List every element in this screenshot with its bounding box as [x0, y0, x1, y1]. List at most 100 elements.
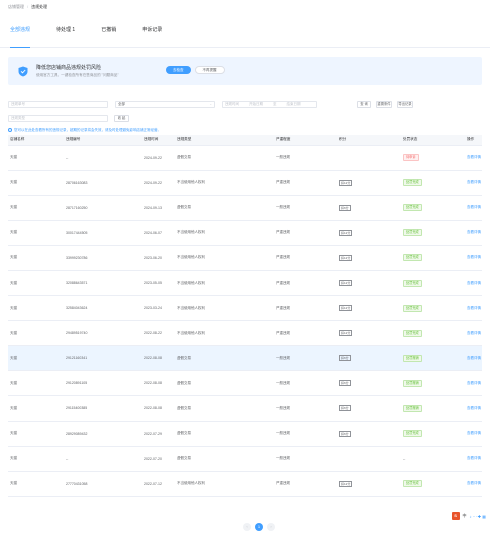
points-cell: 扣12分	[339, 229, 353, 236]
breadcrumb-parent[interactable]: 店铺管理	[8, 4, 24, 9]
shop-cell: 天猫	[8, 421, 64, 447]
action-link[interactable]: 查看详情	[467, 431, 481, 435]
action-link[interactable]: 查看详情	[467, 255, 481, 259]
page-number[interactable]: 1	[255, 523, 263, 531]
column-header: 店铺名称	[8, 135, 64, 146]
shop-cell: 天猫	[8, 295, 64, 322]
action-cell: 查看详情	[465, 421, 482, 447]
action-cell: 查看详情	[465, 471, 482, 497]
action-cell: 查看详情	[465, 170, 482, 196]
points-cell: 扣12分	[339, 305, 353, 312]
table-row[interactable]: 天猫 32584043624 2023-03-24 不当使用他人权利 严重违规 扣12分 处…	[8, 295, 482, 322]
action-link[interactable]: 查看详情	[467, 481, 481, 485]
time-cell: 2024-09-13	[142, 195, 175, 221]
dismiss-button[interactable]: 不再提醒	[194, 66, 225, 74]
violation-no-cell: 30017444505	[64, 220, 142, 246]
shop-cell: 天猫	[8, 270, 64, 297]
level-cell: 一般违规	[276, 205, 290, 210]
time-cell: 2022-08-08	[142, 345, 175, 372]
table-row[interactable]: 天猫 29120891105 2022-08-08 虚假交易 一般违规 扣6分 处罚撤销 查看…	[8, 370, 482, 397]
level-cell: 一般违规	[274, 195, 337, 221]
collapse-button[interactable]: 收 起	[114, 114, 129, 122]
time-cell: 2023-03-24	[144, 306, 162, 311]
action-link[interactable]: 查看详情	[467, 331, 481, 335]
level-cell: 一般违规	[274, 421, 337, 447]
status-select[interactable]: 全部 ⌄	[115, 100, 215, 108]
violation-no-cell: 29489519740	[66, 331, 88, 336]
action-link[interactable]: 查看详情	[467, 180, 481, 184]
status-cell: 处罚完成	[401, 270, 465, 297]
type-cell: 不当使用他人权利	[177, 330, 205, 335]
tray-icons[interactable]: ♪ ⋯ ✚ ▦	[470, 514, 486, 519]
violation-no-cell: --	[66, 155, 69, 160]
table-row[interactable]: 天猫 29489519740 2022-08-22 不当使用他人权利 严重违规 扣12分 处…	[8, 320, 482, 347]
action-cell: 查看详情	[465, 220, 482, 246]
table-header: 店铺名称 违规编号 违规时间 违规类型 严重程度 积分 处罚状态 操作	[8, 135, 482, 146]
action-link[interactable]: 查看详情	[467, 230, 481, 234]
violation-no-cell: 29489519740	[64, 320, 142, 347]
time-cell: 2022-07-20	[144, 456, 162, 461]
date-range-picker[interactable]: 违规时间 开始日期 至 结束日期	[222, 100, 317, 108]
shop-cell: 天猫	[10, 330, 17, 335]
next-page-button[interactable]: ›	[267, 523, 275, 531]
export-button[interactable]: 导出记录	[397, 100, 413, 108]
status-cell: 处罚完成	[401, 245, 465, 271]
action-link[interactable]: 查看详情	[467, 155, 481, 159]
sogou-icon[interactable]: S	[451, 512, 460, 520]
status-cell: 处罚完成	[403, 204, 422, 212]
prev-page-button[interactable]: ‹	[243, 523, 251, 531]
tab-revoked[interactable]: 已撤销	[101, 26, 116, 48]
action-link[interactable]: 查看详情	[467, 281, 481, 285]
level-cell: 严重违规	[276, 255, 290, 260]
tab-all[interactable]: 全部违规	[10, 26, 31, 48]
tab-appeals[interactable]: 申诉记录	[142, 26, 162, 48]
order-no-input[interactable]: 违规单号	[8, 100, 108, 108]
action-link[interactable]: 查看详情	[467, 456, 481, 460]
violation-no-cell: 27770431058	[64, 471, 142, 497]
violation-no-cell: 28929089432	[66, 431, 88, 436]
shop-cell: 天猫	[10, 380, 17, 385]
points-cell: 扣6分	[337, 421, 401, 447]
status-cell: 待申诉	[403, 154, 419, 162]
banner-subtitle: 使用官方工具，一键检查所有在售商品的 "问题商品"	[36, 72, 119, 77]
violation-no-cell: 29115400385	[66, 406, 88, 411]
action-link[interactable]: 查看详情	[467, 306, 481, 310]
time-cell: 2023-06-20	[142, 245, 175, 271]
chevron-down-icon: ⌄	[209, 101, 212, 106]
status-cell: 处罚完成	[401, 170, 465, 196]
type-cell: 虚假交易	[175, 370, 274, 397]
check-button[interactable]: 去检查	[166, 66, 191, 74]
search-button[interactable]: 查 询	[357, 100, 371, 108]
tab-pending[interactable]: 待处理 1	[56, 26, 75, 48]
table-row[interactable]: 天猫 28929089432 2022-07-29 虚假交易 一般违规 扣6分 处罚完成 查看…	[8, 421, 482, 447]
action-link[interactable]: 查看详情	[467, 205, 481, 209]
table-row[interactable]: 天猫 27770431058 2022-07-12 不当使用他人权利 严重违规 扣12分 处…	[8, 471, 482, 497]
table-row[interactable]: 天猫 29115400385 2022-08-08 虚假交易 一般违规 扣6分 处罚撤销 查看…	[8, 395, 482, 422]
type-input[interactable]: 违规类型	[8, 114, 108, 122]
time-cell: 2024-09-22	[142, 170, 175, 196]
status-cell: 处罚撤销	[401, 370, 465, 397]
violation-no-cell: 29120891105	[66, 381, 88, 386]
time-cell: 2022-07-29	[142, 421, 175, 447]
table-row[interactable]: 天猫 -- 2024-09-22 虚假交易 一般违规 待申诉 查看详情	[8, 145, 482, 171]
table-row[interactable]: 天猫 30017444505 2024-06-07 不当使用他人权利 严重违规 扣12分 处…	[8, 220, 482, 246]
status-cell: 处罚撤销	[403, 354, 422, 362]
reset-button[interactable]: 重置条件	[376, 100, 392, 108]
table-row[interactable]: 天猫 32088643571 2023-05-05 不当使用他人权利 严重违规 扣12分 处…	[8, 270, 482, 297]
lang-indicator[interactable]: 中	[463, 513, 467, 519]
table-row[interactable]: 天猫 33999230786 2023-06-20 不当使用他人权利 严重违规 扣12分 处…	[8, 245, 482, 271]
table-row[interactable]: 天猫 28717160250 2024-09-13 虚假交易 一般违规 扣6分 处罚完成 查看…	[8, 195, 482, 221]
time-cell: 2022-08-22	[142, 320, 175, 347]
table-row[interactable]: 天猫 -- 2022-07-20 虚假交易 一般违规 -- 查看详情	[8, 446, 482, 472]
date-separator: 至	[273, 101, 277, 106]
status-cell: 待申诉	[401, 145, 465, 171]
action-link[interactable]: 查看详情	[467, 356, 481, 360]
time-cell: 2024-06-07	[144, 230, 162, 235]
table-row[interactable]: 天猫 29121160341 2022-08-08 虚假交易 一般违规 扣6分 处罚撤销 查看…	[8, 345, 482, 372]
table-row[interactable]: 天猫 28706163083 2024-09-22 不当使用他人权利 严重违规 扣12分 处…	[8, 170, 482, 196]
level-cell: 一般违规	[274, 345, 337, 372]
column-header: 积分	[337, 135, 401, 146]
action-cell: 查看详情	[465, 345, 482, 372]
action-link[interactable]: 查看详情	[467, 381, 481, 385]
action-link[interactable]: 查看详情	[467, 406, 481, 410]
